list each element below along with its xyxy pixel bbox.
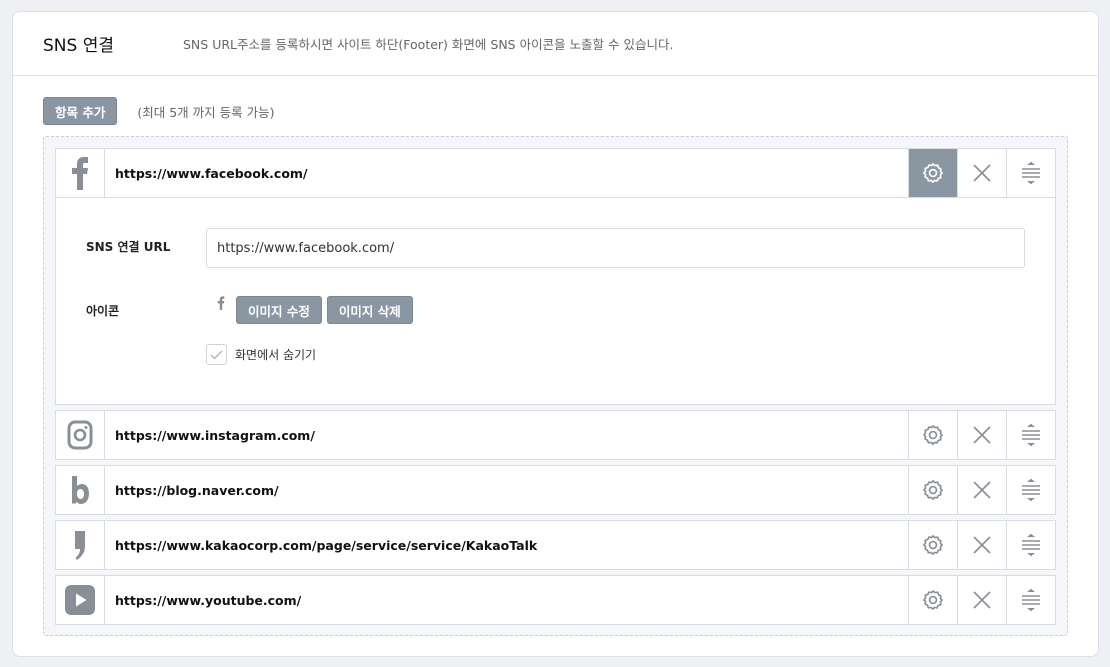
naver-blog-icon <box>56 466 105 514</box>
gear-icon <box>923 163 943 183</box>
drag-handle-icon <box>1022 423 1040 447</box>
item-url: https://www.youtube.com/ <box>115 592 302 608</box>
drag-handle-icon <box>1022 478 1040 502</box>
item-url: https://blog.naver.com/ <box>115 482 279 498</box>
gear-icon <box>923 590 943 610</box>
drag-handle[interactable] <box>1006 149 1055 197</box>
item-url: https://www.facebook.com/ <box>115 165 308 181</box>
page-description: SNS URL주소를 등록하시면 사이트 하단(Footer) 화면에 SNS … <box>183 37 674 52</box>
drag-handle[interactable] <box>1006 411 1055 459</box>
delete-button[interactable] <box>957 466 1006 514</box>
item-url: https://www.kakaocorp.com/page/service/s… <box>115 537 538 553</box>
drag-handle-icon <box>1022 533 1040 557</box>
toolbar: 항목 추가 (최대 5개 까지 등록 가능) <box>43 97 274 125</box>
facebook-icon <box>56 149 105 197</box>
check-icon <box>210 350 223 359</box>
facebook-icon <box>217 296 225 310</box>
delete-image-button[interactable]: 이미지 삭제 <box>326 296 413 324</box>
drag-handle[interactable] <box>1006 466 1055 514</box>
hide-label: 화면에서 숨기기 <box>235 348 317 362</box>
delete-button[interactable] <box>957 521 1006 569</box>
close-icon <box>973 164 991 182</box>
sns-item-youtube: https://www.youtube.com/ <box>55 575 1056 625</box>
settings-button[interactable] <box>908 411 957 459</box>
checkbox[interactable] <box>206 344 227 365</box>
item-url: https://www.instagram.com/ <box>115 427 315 443</box>
add-item-button[interactable]: 항목 추가 <box>43 97 118 125</box>
delete-button[interactable] <box>957 149 1006 197</box>
sns-item-naver-blog: https://blog.naver.com/ <box>55 465 1056 515</box>
close-icon <box>973 426 991 444</box>
drag-handle-icon <box>1022 161 1040 185</box>
kakaotalk-icon <box>56 521 105 569</box>
sns-url-input[interactable] <box>206 228 1025 268</box>
settings-button[interactable] <box>908 149 957 197</box>
sns-item-facebook: https://www.facebook.com/ SNS 연결 URL 아이콘 <box>55 148 1056 405</box>
drag-handle[interactable] <box>1006 521 1055 569</box>
icon-label: 아이콘 <box>86 304 120 318</box>
sns-settings-panel: SNS 연결 SNS URL주소를 등록하시면 사이트 하단(Footer) 화… <box>12 11 1099 657</box>
gear-icon <box>923 425 943 445</box>
close-icon <box>973 591 991 609</box>
close-icon <box>973 481 991 499</box>
delete-button[interactable] <box>957 576 1006 624</box>
sns-item-list: https://www.facebook.com/ SNS 연결 URL 아이콘 <box>43 136 1068 636</box>
settings-button[interactable] <box>908 576 957 624</box>
gear-icon <box>923 480 943 500</box>
url-label: SNS 연결 URL <box>86 240 171 254</box>
item-detail: SNS 연결 URL 아이콘 이미지 수정 이미지 삭제 화면에서 숨기기 <box>56 197 1055 404</box>
page-title: SNS 연결 <box>43 36 114 56</box>
instagram-icon <box>56 411 105 459</box>
drag-handle[interactable] <box>1006 576 1055 624</box>
settings-button[interactable] <box>908 466 957 514</box>
sns-item-instagram: https://www.instagram.com/ <box>55 410 1056 460</box>
edit-image-button[interactable]: 이미지 수정 <box>236 296 322 324</box>
panel-header: SNS 연결 SNS URL주소를 등록하시면 사이트 하단(Footer) 화… <box>13 12 1098 76</box>
drag-handle-icon <box>1022 588 1040 612</box>
icon-edit-group: 이미지 수정 이미지 삭제 <box>216 296 413 324</box>
delete-button[interactable] <box>957 411 1006 459</box>
gear-icon <box>923 535 943 555</box>
youtube-icon <box>56 576 105 624</box>
hide-on-screen-checkbox[interactable]: 화면에서 숨기기 <box>206 344 316 365</box>
close-icon <box>973 536 991 554</box>
settings-button[interactable] <box>908 521 957 569</box>
sns-item-kakaotalk: https://www.kakaocorp.com/page/service/s… <box>55 520 1056 570</box>
limit-note: (최대 5개 까지 등록 가능) <box>137 104 275 120</box>
